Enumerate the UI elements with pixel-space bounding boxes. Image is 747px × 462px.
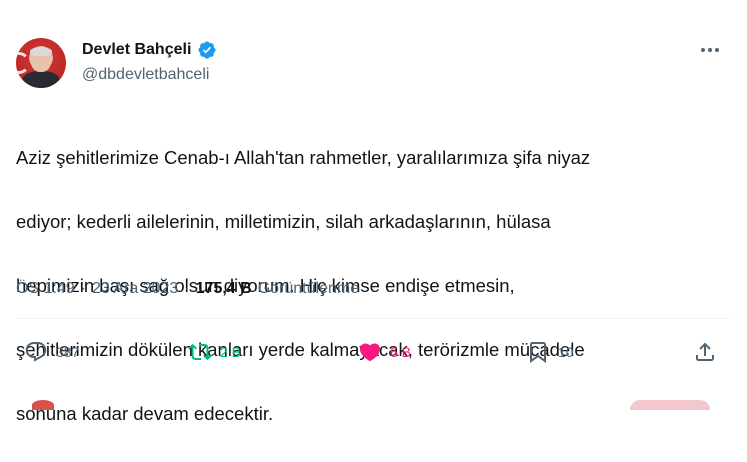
view-count-label: Görüntülenme [257, 280, 360, 297]
tweet-card: Devlet Bahçeli @dbdevletbahceli Aziz şeh… [0, 0, 747, 424]
like-count: 6 B [390, 344, 412, 360]
view-count: 175,4 B [195, 280, 252, 297]
reply-button[interactable]: 387 [24, 340, 79, 364]
reply-icon [25, 342, 47, 362]
retweet-button[interactable]: 2 B [188, 340, 241, 364]
bookmark-button[interactable]: 10 [526, 340, 574, 364]
tweet-meta: ÖS 1:49 · 23 Ara 2023 · 175,4 B Görüntül… [16, 280, 359, 298]
meta-separator: · [184, 280, 190, 297]
next-avatar-peek [32, 400, 54, 410]
heart-icon [359, 343, 381, 362]
tweet-line: sonuna kadar devam edecektir. [16, 403, 274, 424]
action-bar: 387 2 B 6 B 10 [16, 340, 731, 366]
retweet-icon [188, 343, 212, 361]
tweet-line: Aziz şehitlerimize Cenab-ı Allah'tan rah… [16, 147, 591, 168]
bookmark-icon [530, 342, 546, 363]
bookmark-count: 10 [558, 344, 574, 360]
divider [16, 318, 731, 319]
retweet-count: 2 B [220, 344, 242, 360]
author-name[interactable]: Devlet Bahçeli [82, 41, 191, 59]
more-options-icon[interactable] [701, 44, 723, 56]
like-button[interactable]: 6 B [358, 340, 411, 364]
tweet-date[interactable]: 23 Ara 2023 [92, 280, 178, 298]
crescent-icon [16, 52, 30, 74]
author-handle[interactable]: @dbdevletbahceli [82, 66, 209, 84]
meta-separator: · [80, 280, 87, 297]
tweet-line: ediyor; kederli ailelerinin, milletimizi… [16, 211, 551, 232]
author-name-row: Devlet Bahçeli [82, 40, 217, 60]
verified-badge-icon[interactable] [197, 40, 217, 60]
share-button[interactable] [693, 340, 717, 364]
reply-count: 387 [56, 344, 80, 360]
share-icon [696, 342, 714, 361]
next-button-peek [630, 400, 710, 410]
avatar[interactable] [16, 38, 66, 88]
tweet-time[interactable]: ÖS 1:49 [16, 280, 75, 298]
